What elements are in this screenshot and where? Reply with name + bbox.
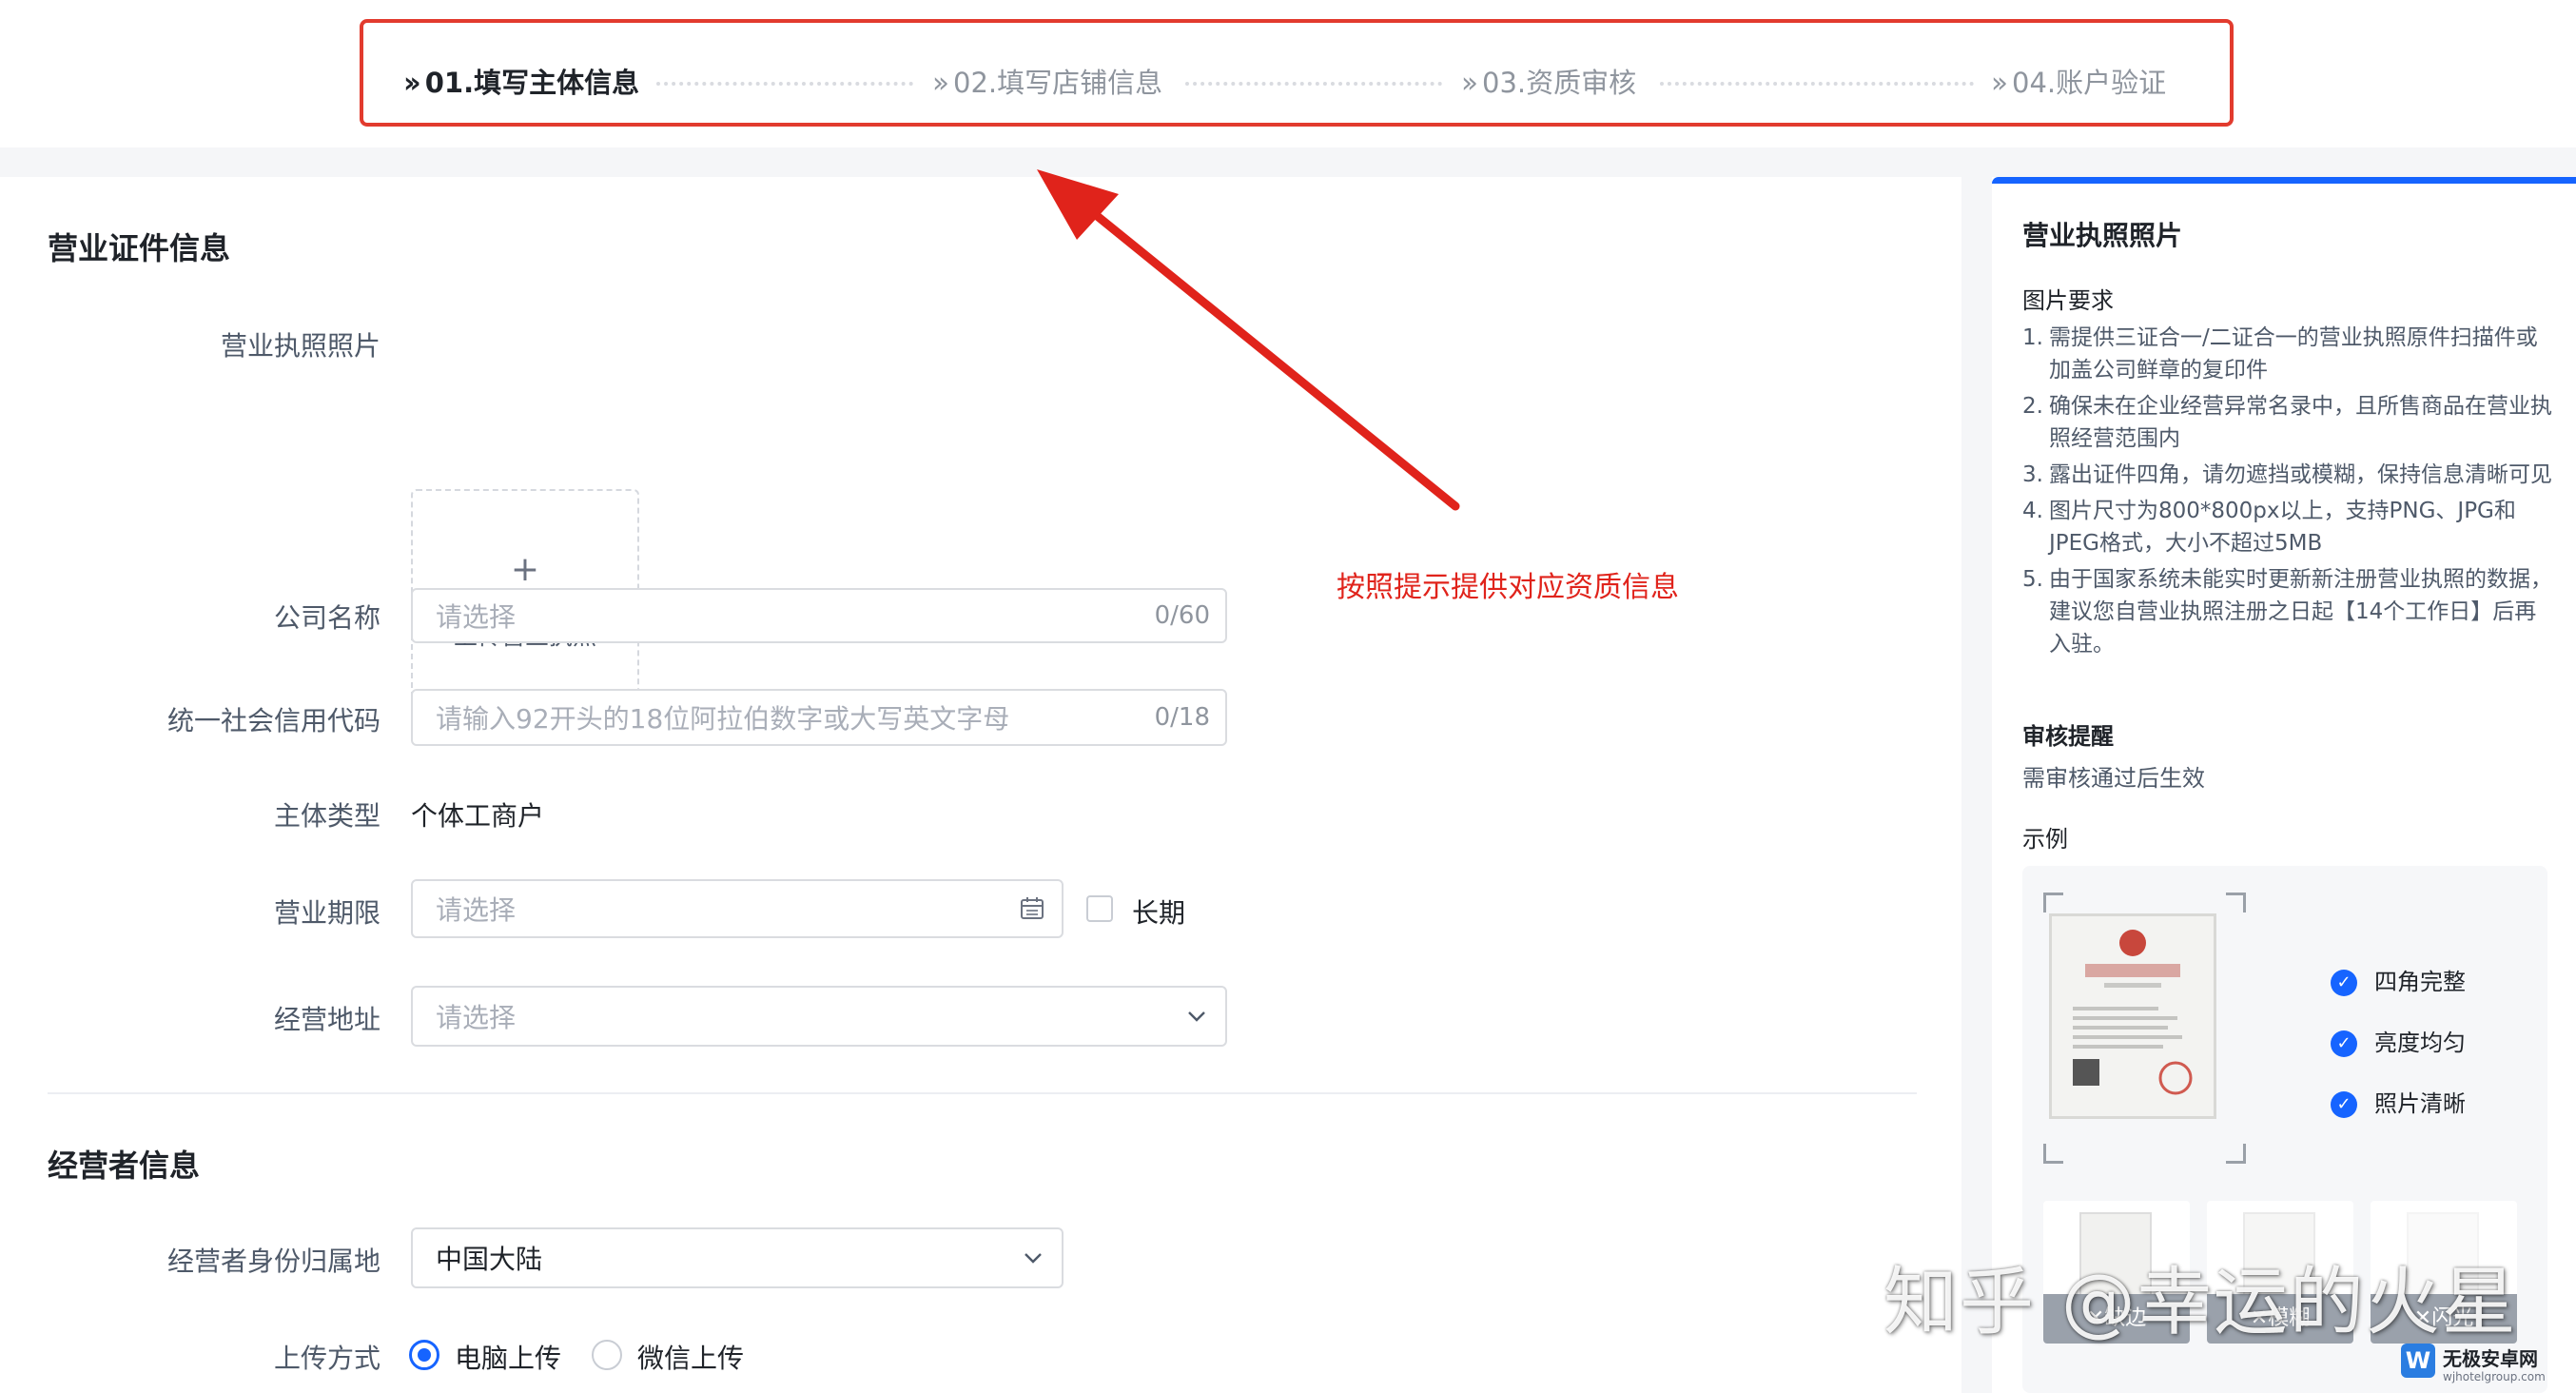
- requirements-list: 1. 需提供三证合一/二证合一的营业执照原件扫描件或加盖公司鲜章的复印件 2. 确保…: [2022, 322, 2555, 664]
- check-item-corners: ✓ 四角完整: [2331, 963, 2466, 996]
- id-region-select[interactable]: 中国大陆: [411, 1227, 1064, 1288]
- business-term-placeholder: 请选择: [436, 894, 517, 926]
- address-placeholder: 请选择: [436, 1002, 517, 1033]
- step-2[interactable]: ›› 02.填写店铺信息: [932, 61, 1162, 101]
- chevron-double-right-icon: ››: [1461, 67, 1478, 100]
- label-company-name: 公司名称: [273, 602, 381, 634]
- credit-code-placeholder: 请输入92开头的18位阿拉伯数字或大写英文字母: [436, 703, 1010, 735]
- chevron-down-icon: [1025, 1253, 1042, 1264]
- frame-corner: [2226, 893, 2246, 912]
- frame-corner: [2226, 1144, 2246, 1164]
- frame-corner: [2043, 893, 2063, 912]
- long-term-checkbox[interactable]: [1086, 895, 1113, 922]
- main-form-panel: 营业证件信息 营业执照照片 + 上传营业执照 公司名称 请选择 0/60 统一社…: [0, 177, 1961, 1393]
- label-license-photo: 营业执照照片: [220, 330, 381, 362]
- chevron-double-right-icon: ››: [1991, 67, 2008, 100]
- chevron-double-right-icon: ››: [403, 67, 421, 100]
- list-item: 1. 需提供三证合一/二证合一的营业执照原件扫描件或加盖公司鲜章的复印件: [2022, 325, 2538, 383]
- chevron-double-right-icon: ››: [932, 67, 949, 100]
- step-4[interactable]: ›› 04.账户验证: [1991, 61, 2166, 101]
- char-counter: 0/18: [1154, 703, 1210, 732]
- label-upload-method: 上传方式: [273, 1343, 381, 1374]
- label-entity-type: 主体类型: [273, 800, 381, 832]
- check-item-clarity: ✓ 照片清晰: [2331, 1085, 2466, 1118]
- entity-type-value: 个体工商户: [411, 800, 545, 832]
- char-counter: 0/60: [1154, 601, 1210, 630]
- section-title-operator: 经营者信息: [48, 1148, 201, 1184]
- license-sample-image: [2049, 913, 2216, 1119]
- watermark-site-url: wjhotelgroup.com: [2443, 1370, 2546, 1383]
- business-license-illustration: [2073, 930, 2193, 1095]
- credit-code-input[interactable]: 请输入92开头的18位阿拉伯数字或大写英文字母 0/18: [411, 689, 1227, 746]
- annotation-arrow: [1037, 169, 1460, 511]
- watermark-site-name: 无极安卓网: [2443, 1347, 2538, 1370]
- step-3[interactable]: ›› 03.资质审核: [1461, 61, 1636, 101]
- section-title-license: 营业证件信息: [48, 230, 231, 266]
- step-connector: [1185, 82, 1442, 86]
- step-connector: [656, 82, 913, 86]
- radio-pc-upload-label: 电脑上传: [455, 1343, 562, 1374]
- id-region-value: 中国大陆: [436, 1244, 543, 1275]
- business-term-date-input[interactable]: 请选择: [411, 879, 1064, 938]
- list-item: 5. 由于国家系统未能实时更新新注册营业执照的数据，建议您自营业执照注册之日起【1…: [2022, 567, 2552, 657]
- requirements-title: 图片要求: [2022, 287, 2114, 314]
- label-credit-code: 统一社会信用代码: [166, 705, 381, 736]
- step-1[interactable]: ›› 01.填写主体信息: [403, 61, 639, 101]
- help-side-panel: 营业执照照片 图片要求 1. 需提供三证合一/二证合一的营业执照原件扫描件或加盖公…: [1992, 177, 2576, 1393]
- label-address: 经营地址: [273, 1004, 381, 1035]
- review-text: 需审核通过后生效: [2022, 765, 2205, 792]
- list-item: 4. 图片尺寸为800*800px以上，支持PNG、JPG和JPEG格式，大小不超…: [2022, 499, 2516, 556]
- list-item: 2. 确保未在企业经营异常名录中，且所售商品在营业执照经营范围内: [2022, 394, 2552, 451]
- check-icon: ✓: [2331, 1091, 2357, 1118]
- review-title: 审核提醒: [2022, 723, 2114, 750]
- label-business-term: 营业期限: [273, 897, 381, 929]
- frame-corner: [2043, 1144, 2063, 1164]
- label-id-region: 经营者身份归属地: [166, 1246, 381, 1277]
- long-term-label: 长期: [1132, 897, 1186, 929]
- annotation-text: 按照提示提供对应资质信息: [1337, 571, 1679, 604]
- chevron-down-icon: [1188, 1011, 1205, 1022]
- watermark-text: 知乎 @幸运的火星: [1883, 1260, 2518, 1345]
- steps-highlight-frame: [360, 19, 2234, 127]
- address-select[interactable]: 请选择: [411, 986, 1227, 1047]
- section-divider: [48, 1092, 1917, 1094]
- site-logo-icon: W: [2401, 1344, 2435, 1378]
- side-panel-title: 营业执照照片: [2022, 220, 2183, 251]
- check-icon: ✓: [2331, 1030, 2357, 1057]
- plus-icon: +: [510, 550, 540, 589]
- side-panel-accent-bar: [1992, 177, 2576, 184]
- calendar-icon[interactable]: [1020, 896, 1044, 921]
- radio-pc-upload[interactable]: [409, 1340, 439, 1370]
- example-title: 示例: [2022, 826, 2068, 853]
- step-connector: [1660, 82, 1974, 86]
- check-item-brightness: ✓ 亮度均匀: [2331, 1024, 2466, 1057]
- company-name-placeholder: 请选择: [436, 601, 517, 633]
- company-name-input[interactable]: 请选择 0/60: [411, 588, 1227, 643]
- radio-wechat-upload[interactable]: [592, 1340, 622, 1370]
- check-icon: ✓: [2331, 970, 2357, 996]
- list-item: 3. 露出证件四角，请勿遮挡或模糊，保持信息清晰可见: [2022, 462, 2552, 487]
- radio-wechat-upload-label: 微信上传: [637, 1343, 745, 1374]
